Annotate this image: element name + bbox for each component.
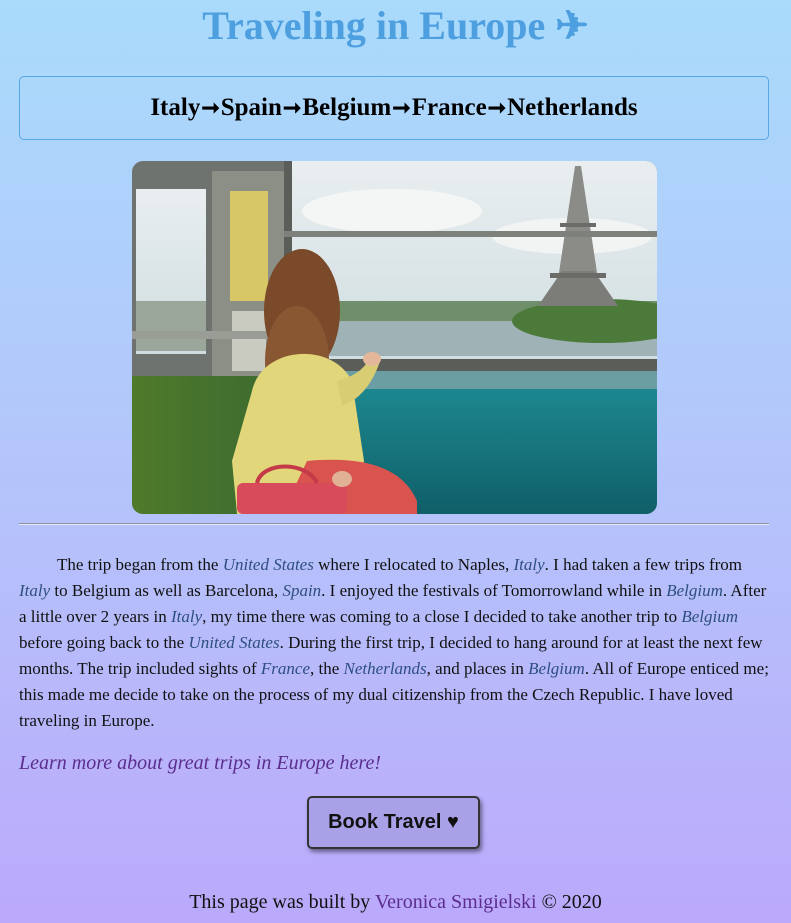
book-travel-button[interactable]: Book Travel ♥	[307, 796, 480, 849]
airplane-icon: ✈	[555, 3, 589, 48]
story-paragraph: The trip began from the United States wh…	[19, 552, 769, 734]
story-text: . I had taken a few trips from	[544, 555, 742, 574]
country-link-france[interactable]: France	[261, 659, 310, 678]
country-link-united-states[interactable]: United States	[188, 633, 279, 652]
story-text: where I relocated to Naples,	[313, 555, 514, 574]
arrow-right-icon: ➞	[487, 95, 507, 120]
route-box: Italy ➞ Spain ➞ Belgium ➞ France ➞ Netherlands	[19, 76, 769, 140]
country-link-belgium[interactable]: Belgium	[528, 659, 585, 678]
country-link-spain[interactable]: Spain	[282, 581, 321, 600]
country-link-italy[interactable]: Italy	[171, 607, 202, 626]
country-link-italy[interactable]: Italy	[514, 555, 545, 574]
route-stop-france: France	[411, 94, 487, 121]
story-text: . I enjoyed the festivals of Tomorrowlan…	[321, 581, 667, 600]
story-text: The trip began from the	[57, 555, 223, 574]
country-link-united-states[interactable]: United States	[223, 555, 314, 574]
route-stop-italy: Italy	[150, 94, 201, 121]
learn-more-link[interactable]: Learn more about great trips in Europe h…	[19, 752, 381, 775]
arrow-right-icon: ➞	[282, 95, 302, 120]
story-text: before going back to the	[19, 633, 189, 652]
arrow-right-icon: ➞	[201, 95, 220, 120]
story-text: , my time there was coming to a close I …	[202, 607, 682, 626]
route-stop-spain: Spain	[220, 94, 282, 121]
route-stop-netherlands: Netherlands	[507, 94, 638, 121]
story-text: , and places in	[426, 659, 529, 678]
story-text: to Belgium as well as Barcelona,	[50, 581, 283, 600]
country-link-netherlands[interactable]: Netherlands	[344, 659, 427, 678]
hero-photo	[132, 161, 657, 514]
country-link-italy[interactable]: Italy	[19, 581, 50, 600]
route-stop-belgium: Belgium	[302, 94, 392, 121]
story-text: , the	[310, 659, 344, 678]
footer-suffix: © 2020	[536, 891, 602, 913]
footer-prefix: This page was built by	[189, 891, 375, 913]
arrow-right-icon: ➞	[392, 95, 411, 120]
author-link[interactable]: Veronica Smigielski	[375, 891, 537, 913]
page-title: Traveling in Europe ✈	[0, 0, 791, 49]
country-link-belgium[interactable]: Belgium	[681, 607, 738, 626]
section-divider	[19, 523, 769, 525]
page-title-text: Traveling in Europe	[202, 3, 546, 48]
country-link-belgium[interactable]: Belgium	[666, 581, 723, 600]
footer: This page was built by Veronica Smigiels…	[0, 891, 791, 914]
